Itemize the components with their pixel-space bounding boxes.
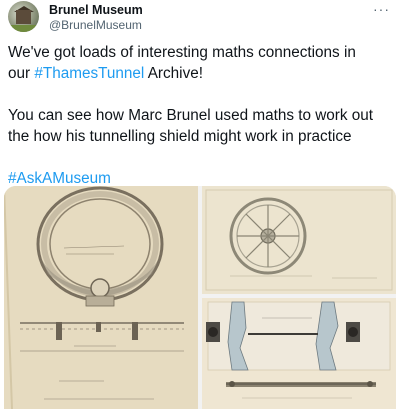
user-handle[interactable]: @BrunelMuseum (49, 18, 142, 32)
tweet-text-segment: the how his tunnelling shield might work… (8, 128, 352, 145)
more-options-icon[interactable]: ··· (373, 1, 390, 17)
wheel-drawing-illustration (202, 186, 396, 294)
cross-section-illustration (202, 298, 396, 409)
tweet-text-segment: You can see how Marc Brunel used maths t… (8, 107, 374, 124)
hashtag-link[interactable]: #ThamesTunnel (34, 65, 144, 82)
display-name[interactable]: Brunel Museum (49, 3, 143, 17)
tweet-line-1: We've got loads of interesting maths con… (8, 42, 396, 63)
tweet-line-3: You can see how Marc Brunel used maths t… (8, 105, 396, 126)
tweet-text: We've got loads of interesting maths con… (8, 42, 396, 189)
shield-drawing-illustration (4, 186, 198, 409)
avatar-building (16, 10, 31, 24)
media-image-cross-section[interactable] (202, 298, 396, 409)
media-image-shield-drawing[interactable] (4, 186, 198, 409)
tweet-line-4: the how his tunnelling shield might work… (8, 126, 396, 147)
hashtag-link[interactable]: #AskAMuseum (8, 170, 111, 187)
tweet-header: Brunel Museum @BrunelMuseum ··· (0, 0, 400, 36)
tweet-text-segment: Archive! (144, 65, 203, 82)
tweet-text-segment: We've got loads of interesting maths con… (8, 44, 356, 61)
media-image-wheel-drawing[interactable] (202, 186, 396, 294)
avatar[interactable] (8, 1, 39, 32)
media-grid (4, 186, 396, 409)
tweet-text-segment: our (8, 65, 35, 82)
avatar-grass (8, 25, 39, 32)
tweet-line-2: our #ThamesTunnel Archive! (8, 63, 396, 84)
